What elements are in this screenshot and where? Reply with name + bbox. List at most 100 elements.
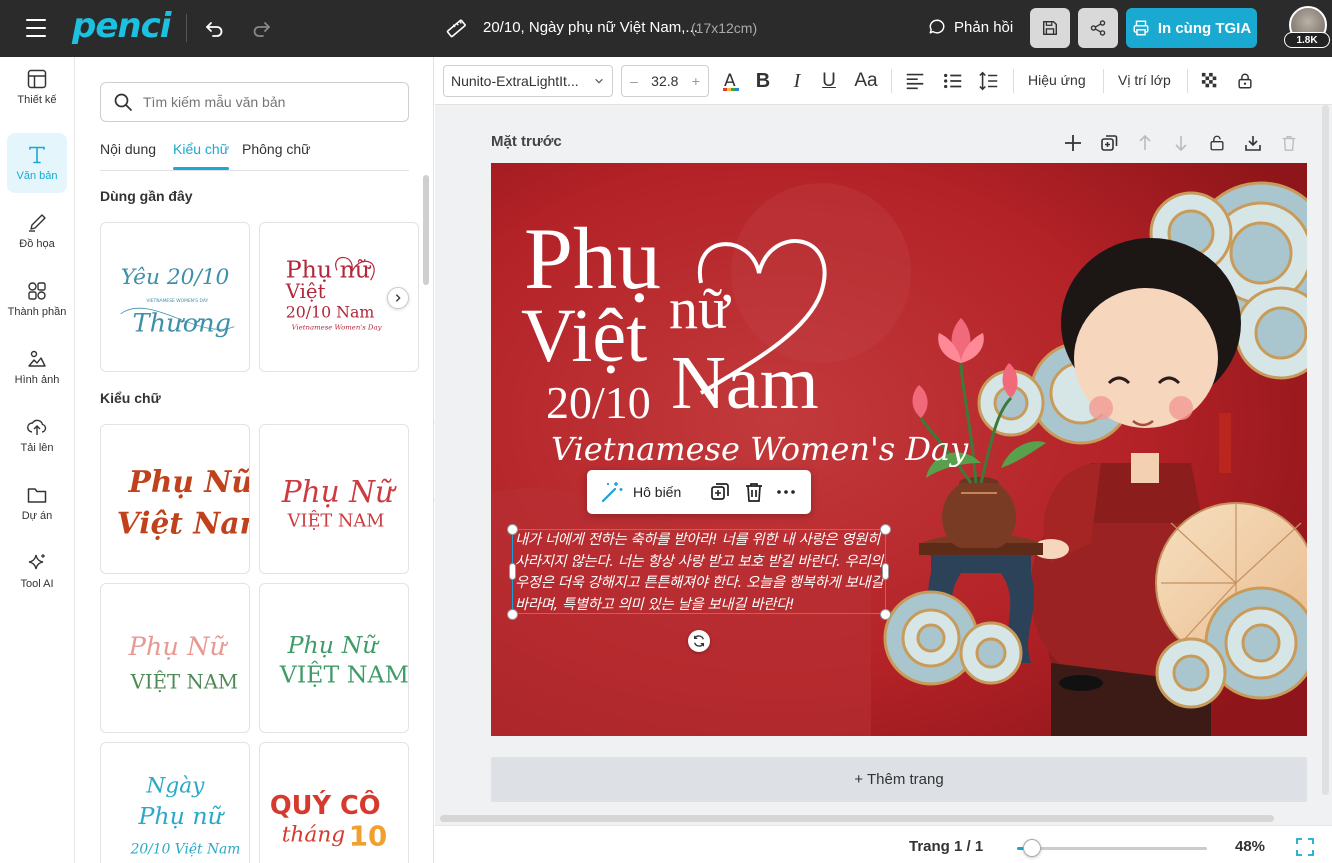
underline-button[interactable]: U bbox=[817, 69, 841, 93]
bullet-list-icon[interactable] bbox=[941, 69, 965, 93]
folder-icon bbox=[27, 488, 47, 503]
page-tools bbox=[1061, 131, 1301, 155]
resize-handle[interactable] bbox=[509, 563, 516, 580]
svg-text:VIETNAMESE WOMEN'S DAY: VIETNAMESE WOMEN'S DAY bbox=[146, 298, 208, 304]
sidebar-item-text[interactable]: Văn bản bbox=[7, 133, 67, 193]
design-canvas[interactable]: Phụ nữ Việt Nam 20/10 Vietnamese Women's… bbox=[491, 163, 1307, 736]
move-up-icon[interactable] bbox=[1133, 131, 1157, 155]
redo-icon[interactable] bbox=[250, 16, 274, 40]
print-button[interactable]: In cùng TGIA bbox=[1126, 8, 1257, 48]
zoom-slider[interactable] bbox=[1017, 847, 1207, 850]
font-style-card[interactable]: Phụ Nữ VIỆT NAM bbox=[100, 583, 250, 733]
sidebar-item-projects[interactable]: Dự án bbox=[7, 473, 67, 533]
sidebar-item-upload[interactable]: Tải lên bbox=[7, 405, 67, 465]
resize-handle[interactable] bbox=[882, 563, 889, 580]
font-size-stepper[interactable]: – 32.8 + bbox=[621, 65, 709, 97]
app-logo[interactable]: penci bbox=[72, 6, 171, 46]
svg-text:Phụ Nữ: Phụ Nữ bbox=[128, 632, 229, 662]
sidebar-item-tool-ai[interactable]: Tool AI bbox=[7, 541, 67, 601]
svg-text:VIỆT NAM: VIỆT NAM bbox=[130, 670, 239, 694]
chat-icon bbox=[929, 19, 945, 34]
selected-text-box[interactable]: 내가 너에게 전하는 축하를 받아라! 너를 위한 내 사랑은 영원히 사라지지… bbox=[512, 529, 886, 614]
document-size: (17x12cm) bbox=[691, 20, 758, 36]
font-style-card[interactable]: Ngày Phụ nữ 20/10 Việt Nam bbox=[100, 742, 250, 863]
layer-position-button[interactable]: Vị trí lớp bbox=[1118, 72, 1171, 88]
line-spacing-icon[interactable] bbox=[977, 69, 1001, 93]
svg-text:Việt: Việt bbox=[521, 294, 647, 378]
panel-scrollbar[interactable] bbox=[423, 175, 429, 285]
font-size-value[interactable]: 32.8 bbox=[651, 73, 678, 89]
text-color-icon[interactable]: A bbox=[719, 69, 743, 93]
duplicate-icon[interactable] bbox=[1097, 131, 1121, 155]
sidebar-item-elements[interactable]: Thành phần bbox=[7, 269, 67, 329]
svg-text:Phụ Nữ: Phụ Nữ bbox=[281, 475, 397, 509]
sidebar-item-images[interactable]: Hình ảnh bbox=[7, 337, 67, 397]
font-style-card[interactable]: Phụ Nữ VIỆT NAM bbox=[259, 583, 409, 733]
transparency-icon[interactable] bbox=[1199, 69, 1221, 93]
fullscreen-icon[interactable] bbox=[1295, 837, 1315, 857]
more-options-icon[interactable] bbox=[775, 481, 797, 503]
vertical-scrollbar[interactable] bbox=[1322, 105, 1329, 795]
lock-page-icon[interactable] bbox=[1205, 131, 1229, 155]
sidebar-item-label: Thiết kế bbox=[17, 94, 57, 106]
font-style-card[interactable]: QUÝ CÔ tháng 10 bbox=[259, 742, 409, 863]
resize-handle[interactable] bbox=[880, 524, 891, 535]
page-face-label: Mặt trước bbox=[491, 133, 562, 150]
add-page-button[interactable]: + Thêm trang bbox=[491, 757, 1307, 802]
bold-button[interactable]: B bbox=[751, 69, 775, 93]
delete-page-icon[interactable] bbox=[1277, 131, 1301, 155]
text-case-button[interactable]: Aa bbox=[851, 69, 881, 93]
font-family-select[interactable]: Nunito-ExtraLightIt... bbox=[443, 65, 613, 97]
resize-handle[interactable] bbox=[880, 609, 891, 620]
recent-template-card[interactable]: Yêu 20/10 VIETNAMESE WOMEN'S DAY Thương bbox=[100, 222, 250, 372]
resize-handle[interactable] bbox=[507, 609, 518, 620]
effects-button[interactable]: Hiệu ứng bbox=[1028, 72, 1086, 88]
page-indicator[interactable]: Trang 1 / 1 bbox=[909, 838, 983, 855]
font-style-card[interactable]: Phụ Nữ VIỆT NAM bbox=[259, 424, 409, 574]
resize-handle[interactable] bbox=[507, 524, 518, 535]
font-style-card[interactable]: Phụ Nữ Việt Nam bbox=[100, 424, 250, 574]
sidebar-item-label: Tải lên bbox=[20, 442, 54, 454]
search-input[interactable] bbox=[143, 94, 383, 110]
text-toolbar: Nunito-ExtraLightIt... – 32.8 + A B I U … bbox=[435, 57, 1332, 105]
sidebar-item-label: Đồ họa bbox=[19, 238, 55, 250]
svg-text:Phụ nữ: Phụ nữ bbox=[137, 802, 225, 830]
divider bbox=[1103, 69, 1104, 93]
horizontal-scrollbar[interactable] bbox=[440, 815, 1274, 822]
tab-fonts[interactable]: Phông chữ bbox=[242, 141, 311, 157]
svg-text:QUÝ CÔ: QUÝ CÔ bbox=[270, 790, 381, 821]
document-title[interactable]: 20/10, Ngày phụ nữ Việt Nam,... bbox=[483, 19, 698, 36]
increase-size-button[interactable]: + bbox=[692, 73, 700, 89]
add-element-icon[interactable] bbox=[1061, 131, 1085, 155]
duplicate-element-icon[interactable] bbox=[709, 481, 731, 503]
move-down-icon[interactable] bbox=[1169, 131, 1193, 155]
svg-text:nữ: nữ bbox=[669, 276, 731, 341]
menu-icon[interactable] bbox=[26, 19, 46, 37]
share-button[interactable] bbox=[1078, 8, 1118, 48]
svg-text:Việt Nam: Việt Nam bbox=[117, 506, 249, 541]
magic-transform-button[interactable]: Hô biến bbox=[599, 479, 681, 505]
lock-icon[interactable] bbox=[1234, 69, 1256, 93]
download-icon[interactable] bbox=[1241, 131, 1265, 155]
zoom-slider-knob[interactable] bbox=[1023, 839, 1042, 857]
save-button[interactable] bbox=[1030, 8, 1070, 48]
divider bbox=[186, 14, 187, 42]
decrease-size-button[interactable]: – bbox=[630, 73, 638, 89]
search-box[interactable] bbox=[100, 82, 409, 122]
tab-font-style[interactable]: Kiểu chữ bbox=[173, 141, 229, 157]
italic-button[interactable]: I bbox=[785, 69, 809, 93]
delete-element-icon[interactable] bbox=[743, 481, 765, 503]
carousel-next-button[interactable] bbox=[387, 287, 409, 309]
sidebar-item-design[interactable]: Thiết kế bbox=[7, 57, 67, 117]
feedback-label: Phản hồi bbox=[954, 18, 1014, 36]
tab-content[interactable]: Nội dung bbox=[100, 141, 156, 157]
svg-text:20/10 Việt Nam: 20/10 Việt Nam bbox=[130, 842, 241, 858]
sidebar-item-graphics[interactable]: Đồ họa bbox=[7, 201, 67, 261]
feedback-button[interactable]: Phản hồi bbox=[928, 18, 1013, 36]
svg-text:Nam: Nam bbox=[671, 341, 819, 425]
magic-wand-icon bbox=[601, 482, 623, 503]
rotate-handle[interactable] bbox=[688, 630, 710, 652]
undo-icon[interactable] bbox=[202, 16, 226, 40]
align-left-icon[interactable] bbox=[903, 69, 927, 93]
divider bbox=[891, 69, 892, 93]
